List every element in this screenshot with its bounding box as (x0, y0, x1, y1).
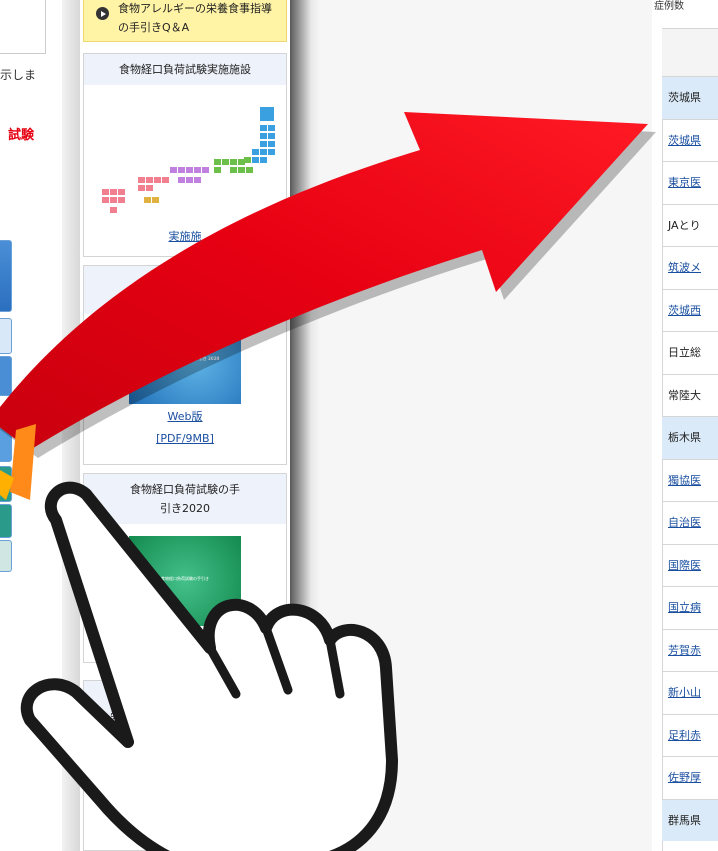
nutrition-guide-title: 栄 (84, 681, 286, 741)
left-tab-teal[interactable] (0, 466, 12, 502)
table-row: 群馬県 (662, 798, 718, 841)
challenge-guide-cover[interactable]: 食物経口負荷試験の手引き (129, 536, 241, 626)
facility-card-title: 食物経口負荷試験実施施設 (84, 54, 286, 85)
diagnosis-pdf-link[interactable]: [PDF/9MB] (84, 432, 286, 445)
diagnosis-guide-card: ルギーの 療の手引き2020 食物アレルギーの診療の手引き 2020 Web版 … (83, 265, 287, 465)
diagnosis-guide-cover[interactable]: 食物アレルギーの診療の手引き 2020 (129, 326, 241, 404)
facility-card: 食物経口負荷試験実施施設 実施施 (83, 53, 287, 257)
play-bullet-icon (96, 7, 109, 20)
table-row[interactable]: 佐野厚 (662, 756, 718, 799)
diagnosis-guide-title-line2: 療の手引き2020 (143, 294, 227, 307)
left-page-fragment: 示しま 試験 (0, 0, 62, 851)
table-row[interactable]: 茨城西 (662, 288, 718, 332)
content-shadow (290, 0, 320, 851)
table-row[interactable]: 足利赤 (662, 713, 718, 757)
nutrition-web-link[interactable]: Web版 (84, 825, 286, 841)
left-text-line: 示しま (0, 68, 37, 82)
left-tab-blue-2[interactable] (0, 356, 12, 396)
left-tab-blue-3[interactable] (0, 428, 12, 462)
qa-banner-label: 食物アレルギーの栄養食事指導の手引きQ＆A (118, 2, 272, 34)
table-row[interactable]: 国際医 (662, 543, 718, 587)
table-row[interactable]: 芳賀赤 (662, 628, 718, 672)
table-header (662, 28, 718, 76)
table-row[interactable]: 筑波メ (662, 246, 718, 289)
table-row[interactable]: 東京医 (662, 161, 718, 204)
qa-banner[interactable]: 食物アレルギーの栄養食事指導の手引きQ＆A (83, 0, 287, 42)
blank-content-area (320, 0, 652, 851)
table-row[interactable]: 自治医 (662, 501, 718, 544)
diagnosis-guide-title-line1: ルギーの (163, 275, 207, 288)
table-row: 茨城県 (662, 76, 718, 119)
nutrition-guide-card: 栄 Web版 (83, 680, 287, 851)
sidebar: 食物アレルギーの栄養食事指導の手引きQ＆A 食物経口負荷試験実施施設 実施施 ル… (80, 0, 290, 851)
table-row[interactable]: 新小山 (662, 671, 718, 714)
sidebar-left-shadow (62, 0, 80, 851)
japan-facility-map[interactable] (84, 85, 288, 235)
table-row: 栃木県 (662, 416, 718, 459)
left-tab-blue[interactable] (0, 240, 12, 312)
table-row[interactable]: 国立病 (662, 586, 718, 629)
left-tab-pale[interactable] (0, 540, 12, 572)
left-tab-teal-2[interactable] (0, 504, 12, 538)
challenge-guide-card: 食物経口負荷試験の手引き2020 食物経口負荷試験の手引き (83, 473, 287, 663)
left-red-text: 試験 (8, 128, 35, 143)
nutrition-guide-cover[interactable] (132, 799, 242, 819)
table-row[interactable]: 獨協医 (662, 458, 718, 502)
table-row: 常陸大 (662, 373, 718, 417)
map-blocks (102, 107, 275, 213)
table-row[interactable]: 茨城県 (662, 118, 718, 162)
challenge-guide-title: 食物経口負荷試験の手引き2020 (84, 474, 286, 524)
facility-link[interactable]: 実施施 (84, 228, 286, 244)
left-content-box (0, 0, 46, 54)
challenge-guide-cover-text: 食物経口負荷試験の手引き (161, 576, 209, 581)
table-row: JAとり (662, 203, 718, 247)
diagnosis-guide-cover-text: 食物アレルギーの診療の手引き 2020 (150, 356, 220, 361)
table-row: 日立総 (662, 331, 718, 374)
table-caption: 症例数 (654, 1, 684, 12)
diagnosis-web-link[interactable]: Web版 (84, 408, 286, 424)
left-tab-light[interactable] (0, 318, 12, 354)
diagnosis-guide-title: ルギーの 療の手引き2020 (84, 266, 286, 314)
